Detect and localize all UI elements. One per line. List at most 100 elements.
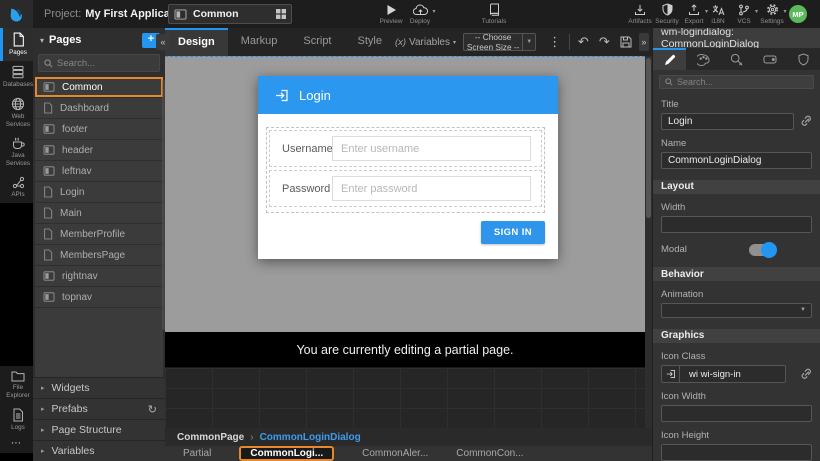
icon-class-value: wi wi-sign-in: [680, 369, 741, 380]
section-page-structure[interactable]: ▸ Page Structure: [33, 419, 165, 440]
sign-in-button[interactable]: SIGN IN: [481, 221, 545, 244]
wavemaker-logo[interactable]: [0, 0, 33, 28]
bind-icon[interactable]: [800, 368, 812, 380]
inspector-header: wm-logindialog: CommonLoginDialog: [653, 28, 820, 48]
page-item-login[interactable]: Login: [35, 182, 163, 202]
pages-caret-icon[interactable]: ▾: [40, 36, 44, 45]
tab-style[interactable]: Style: [345, 28, 395, 56]
login-dialog-widget[interactable]: Login Username Password SIGN IN: [258, 76, 558, 259]
pages-search-input[interactable]: [57, 58, 154, 69]
prefabs-label: Prefabs: [52, 403, 141, 415]
width-field-input[interactable]: [661, 216, 812, 233]
page-item-rightnav[interactable]: rightnav: [35, 266, 163, 286]
tab-commonconfirmdialog[interactable]: CommonCon...: [456, 448, 523, 459]
page-item-memberprofile[interactable]: MemberProfile: [35, 224, 163, 244]
collapse-panel-button[interactable]: «: [156, 34, 170, 50]
more-options-button[interactable]: ⋮: [543, 34, 566, 50]
page-item-memberspage[interactable]: MembersPage: [35, 245, 163, 265]
page-item-topnav[interactable]: topnav: [35, 287, 163, 307]
page-item-main[interactable]: Main: [35, 203, 163, 223]
rail-more-icon[interactable]: ⋯: [0, 436, 33, 453]
variables-dropdown[interactable]: (x) Variables ▾: [395, 37, 456, 48]
page-item-common[interactable]: Common: [35, 77, 163, 97]
section-graphics: Graphics: [653, 329, 820, 343]
expand-panel-button[interactable]: »: [639, 33, 649, 51]
name-field-input[interactable]: [661, 152, 812, 169]
tab-security[interactable]: [787, 48, 820, 70]
tab-styles[interactable]: [686, 48, 719, 70]
page-icon: [43, 102, 53, 114]
icon-class-input[interactable]: wi wi-sign-in: [661, 365, 786, 383]
pages-panel-header: ▾ Pages +: [33, 28, 165, 52]
form-container[interactable]: Username Password: [266, 127, 545, 213]
design-canvas[interactable]: Login Username Password SIGN IN: [165, 56, 645, 332]
page-item-footer[interactable]: footer: [35, 119, 163, 139]
page-selector-dropdown[interactable]: Common: [168, 4, 292, 24]
icon-height-field-input[interactable]: [661, 444, 812, 461]
settings-button[interactable]: ▾ Settings: [750, 3, 794, 25]
tab-events[interactable]: [720, 48, 753, 70]
rail-item-apis[interactable]: APIs: [0, 172, 33, 203]
rail-item-file-explorer[interactable]: File Explorer: [0, 366, 33, 404]
password-input[interactable]: [332, 176, 531, 201]
bind-icon[interactable]: [800, 115, 812, 127]
save-button[interactable]: [615, 36, 637, 48]
icon-width-field-input[interactable]: [661, 405, 812, 422]
pages-search[interactable]: [38, 54, 160, 72]
canvas-scrollbar[interactable]: [645, 56, 652, 428]
tab-device[interactable]: [753, 48, 786, 70]
tab-design[interactable]: Design: [165, 28, 228, 56]
breadcrumb-commonlogindialog[interactable]: CommonLoginDialog: [260, 432, 361, 443]
tab-properties[interactable]: [653, 48, 686, 70]
prefabs-refresh-icon[interactable]: ↻: [148, 403, 157, 416]
tab-partial: Partial: [183, 448, 211, 459]
device-icon: [763, 54, 777, 65]
tab-commonalertdialog[interactable]: CommonAler...: [362, 448, 428, 459]
deploy-button[interactable]: ▾ Deploy: [398, 3, 442, 25]
rail-item-logs[interactable]: Logs: [0, 404, 33, 436]
properties-search-input[interactable]: [677, 77, 808, 87]
rail-item-databases[interactable]: Databases: [0, 61, 33, 93]
username-form-row[interactable]: Username: [269, 130, 542, 167]
section-variables[interactable]: ▸ Variables: [33, 440, 165, 461]
partial-icon: [43, 145, 55, 155]
password-form-row[interactable]: Password: [269, 170, 542, 207]
tab-commonlogindialog[interactable]: CommonLogi...: [239, 446, 334, 461]
widgets-caret-icon: ▸: [41, 384, 45, 392]
properties-search[interactable]: [659, 75, 814, 89]
animation-select[interactable]: ▼: [661, 303, 812, 318]
breadcrumb-commonpage[interactable]: CommonPage: [177, 432, 244, 443]
page-item-header[interactable]: header: [35, 140, 163, 160]
rail-item-web-services[interactable]: Web Services: [0, 93, 33, 133]
username-input[interactable]: [332, 136, 531, 161]
tab-script[interactable]: Script: [290, 28, 344, 56]
toolbar-divider: [569, 34, 570, 50]
rail-bottom-group: File Explorer Logs ⋯: [0, 366, 33, 453]
section-widgets[interactable]: ▸ Widgets: [33, 377, 165, 398]
prefabs-caret-icon: ▸: [41, 405, 45, 413]
modal-toggle[interactable]: [749, 244, 775, 256]
tutorials-button[interactable]: Tutorials: [472, 3, 516, 25]
undo-button[interactable]: ↶: [573, 34, 594, 50]
bottom-tab-bar: Partial CommonLogi... CommonAler... Comm…: [165, 446, 652, 461]
widget-breadcrumb: CommonPage › CommonLoginDialog: [165, 428, 652, 446]
dialog-header[interactable]: Login: [258, 76, 558, 114]
pages-panel: ▾ Pages + Common Dashboard footer hea: [33, 28, 165, 461]
title-field-input[interactable]: [661, 113, 794, 130]
page-item-leftnav[interactable]: leftnav: [35, 161, 163, 181]
screen-size-select[interactable]: -- Choose Screen Size -- ▼: [463, 33, 536, 51]
redo-button[interactable]: ↷: [594, 34, 615, 50]
rail-item-java-services[interactable]: Java Services: [0, 132, 33, 172]
sign-in-icon: [662, 366, 680, 382]
left-rail: Pages Databases Web Services Java Servic…: [0, 28, 33, 461]
section-prefabs[interactable]: ▸ Prefabs ↻: [33, 398, 165, 419]
animation-caret-icon: ▼: [800, 307, 811, 313]
tab-markup[interactable]: Markup: [228, 28, 291, 56]
inspector-tabs: [653, 48, 820, 70]
icon-height-field-label: Icon Height: [661, 430, 812, 441]
scrollbar-thumb[interactable]: [646, 58, 651, 218]
user-avatar[interactable]: MP: [789, 5, 807, 23]
page-item-dashboard[interactable]: Dashboard: [35, 98, 163, 118]
rail-item-pages[interactable]: Pages: [0, 28, 33, 61]
grid-icon: [276, 9, 286, 19]
